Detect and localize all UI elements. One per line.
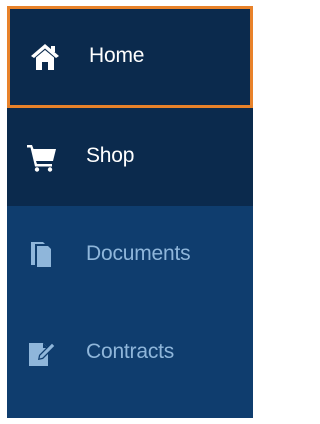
shopping-cart-icon <box>25 140 59 174</box>
sidebar-item-label: Contracts <box>86 340 175 364</box>
sidebar-item-label: Home <box>89 44 145 68</box>
sidebar-item-documents[interactable]: Documents <box>7 206 253 304</box>
documents-icon <box>25 238 59 272</box>
contract-edit-icon <box>25 336 59 370</box>
home-icon <box>28 40 62 74</box>
sidebar-nav: Home Shop Documents Contracts <box>7 6 253 418</box>
sidebar-footer <box>7 402 253 418</box>
sidebar-item-shop[interactable]: Shop <box>7 108 253 206</box>
sidebar-item-label: Documents <box>86 242 191 266</box>
sidebar-item-contracts[interactable]: Contracts <box>7 304 253 402</box>
sidebar-item-label: Shop <box>86 144 135 168</box>
sidebar-item-home[interactable]: Home <box>7 6 253 108</box>
